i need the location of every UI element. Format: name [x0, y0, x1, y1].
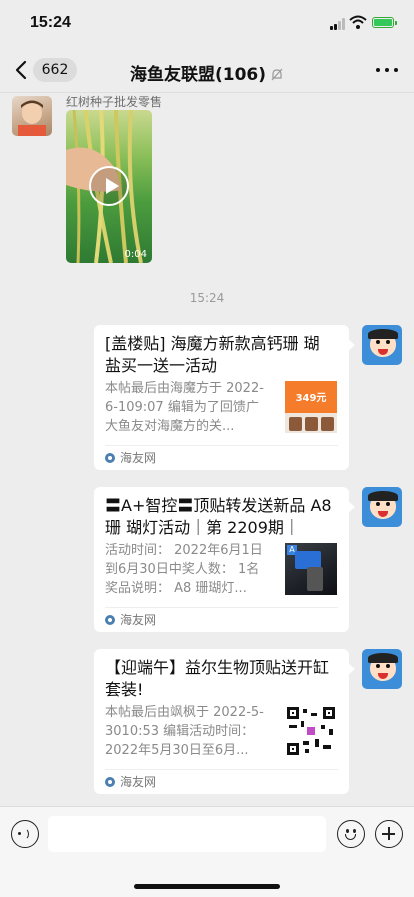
thumbnail-price: 349元: [295, 393, 327, 404]
play-icon[interactable]: [89, 166, 129, 206]
battery-icon: [372, 17, 397, 28]
plus-icon[interactable]: [375, 820, 403, 848]
card-thumbnail: A: [285, 543, 337, 595]
link-card-2[interactable]: 〓A+智控〓顶贴转发送新品 A8珊 瑚灯活动｜第 2209期｜ 活动时间： 20…: [94, 487, 355, 632]
my-avatar[interactable]: [362, 487, 402, 527]
card-source: 海友网: [105, 445, 338, 470]
more-icon[interactable]: [376, 68, 398, 73]
message-timestamp: 15:24: [189, 291, 225, 305]
my-avatar[interactable]: [362, 325, 402, 365]
signal-icon: [330, 18, 346, 30]
card-description: 本帖最后由海魔方于 2022-6-109:07 编辑为了回馈广大鱼友对海魔方的关…: [105, 381, 264, 434]
card-source-label: 海友网: [120, 775, 157, 789]
link-card-1[interactable]: [盖楼贴] 海魔方新款高钙珊 瑚盐买一送一活动 本帖最后由海魔方于 2022-6…: [94, 325, 355, 470]
card-source: 海友网: [105, 769, 338, 794]
link-card-3[interactable]: 【迎端午】益尔生物顶贴送开缸套装! 本帖最后由飒枫于 2022-5-3010:5…: [94, 649, 355, 794]
status-bar: 15:24: [0, 0, 414, 46]
qr-code-thumbnail: [285, 705, 337, 757]
emoji-icon[interactable]: [337, 820, 365, 848]
video-duration: 0:04: [124, 249, 147, 260]
card-source: 海友网: [105, 607, 338, 632]
my-avatar[interactable]: [362, 649, 402, 689]
voice-icon[interactable]: [11, 820, 39, 848]
chat-title: 海鱼友联盟(106): [129, 65, 267, 85]
avatar-photo: [18, 100, 46, 136]
home-indicator: [134, 884, 280, 889]
card-thumbnail: 349元: [285, 381, 337, 433]
card-title: 【迎端午】益尔生物顶贴送开缸套装!: [105, 658, 330, 699]
card-description: 本帖最后由飒枫于 2022-5-3010:53 编辑活动时间： 2022年5月3…: [105, 705, 264, 758]
sender-name: 红树种子批发零售: [66, 95, 163, 109]
sender-avatar[interactable]: [12, 96, 52, 136]
site-icon: [105, 453, 115, 463]
status-time: 15:24: [30, 14, 71, 31]
card-title: [盖楼贴] 海魔方新款高钙珊 瑚盐买一送一活动: [105, 334, 320, 375]
wifi-icon: [349, 15, 367, 29]
card-title: 〓A+智控〓顶贴转发送新品 A8珊 瑚灯活动｜第 2209期｜: [105, 496, 332, 537]
site-icon: [105, 777, 115, 787]
card-description: 活动时间： 2022年6月1日到6月30日中奖人数： 1名奖品说明： A8 珊瑚…: [105, 543, 263, 596]
mute-icon: [271, 68, 283, 81]
message-input[interactable]: [48, 816, 326, 852]
chat-title-wrap: 海鱼友联盟(106): [0, 60, 414, 85]
chat-header: 662 海鱼友联盟(106): [0, 48, 414, 93]
video-message[interactable]: 0:04: [66, 110, 152, 263]
card-source-label: 海友网: [120, 613, 157, 627]
card-source-label: 海友网: [120, 451, 157, 465]
site-icon: [105, 615, 115, 625]
